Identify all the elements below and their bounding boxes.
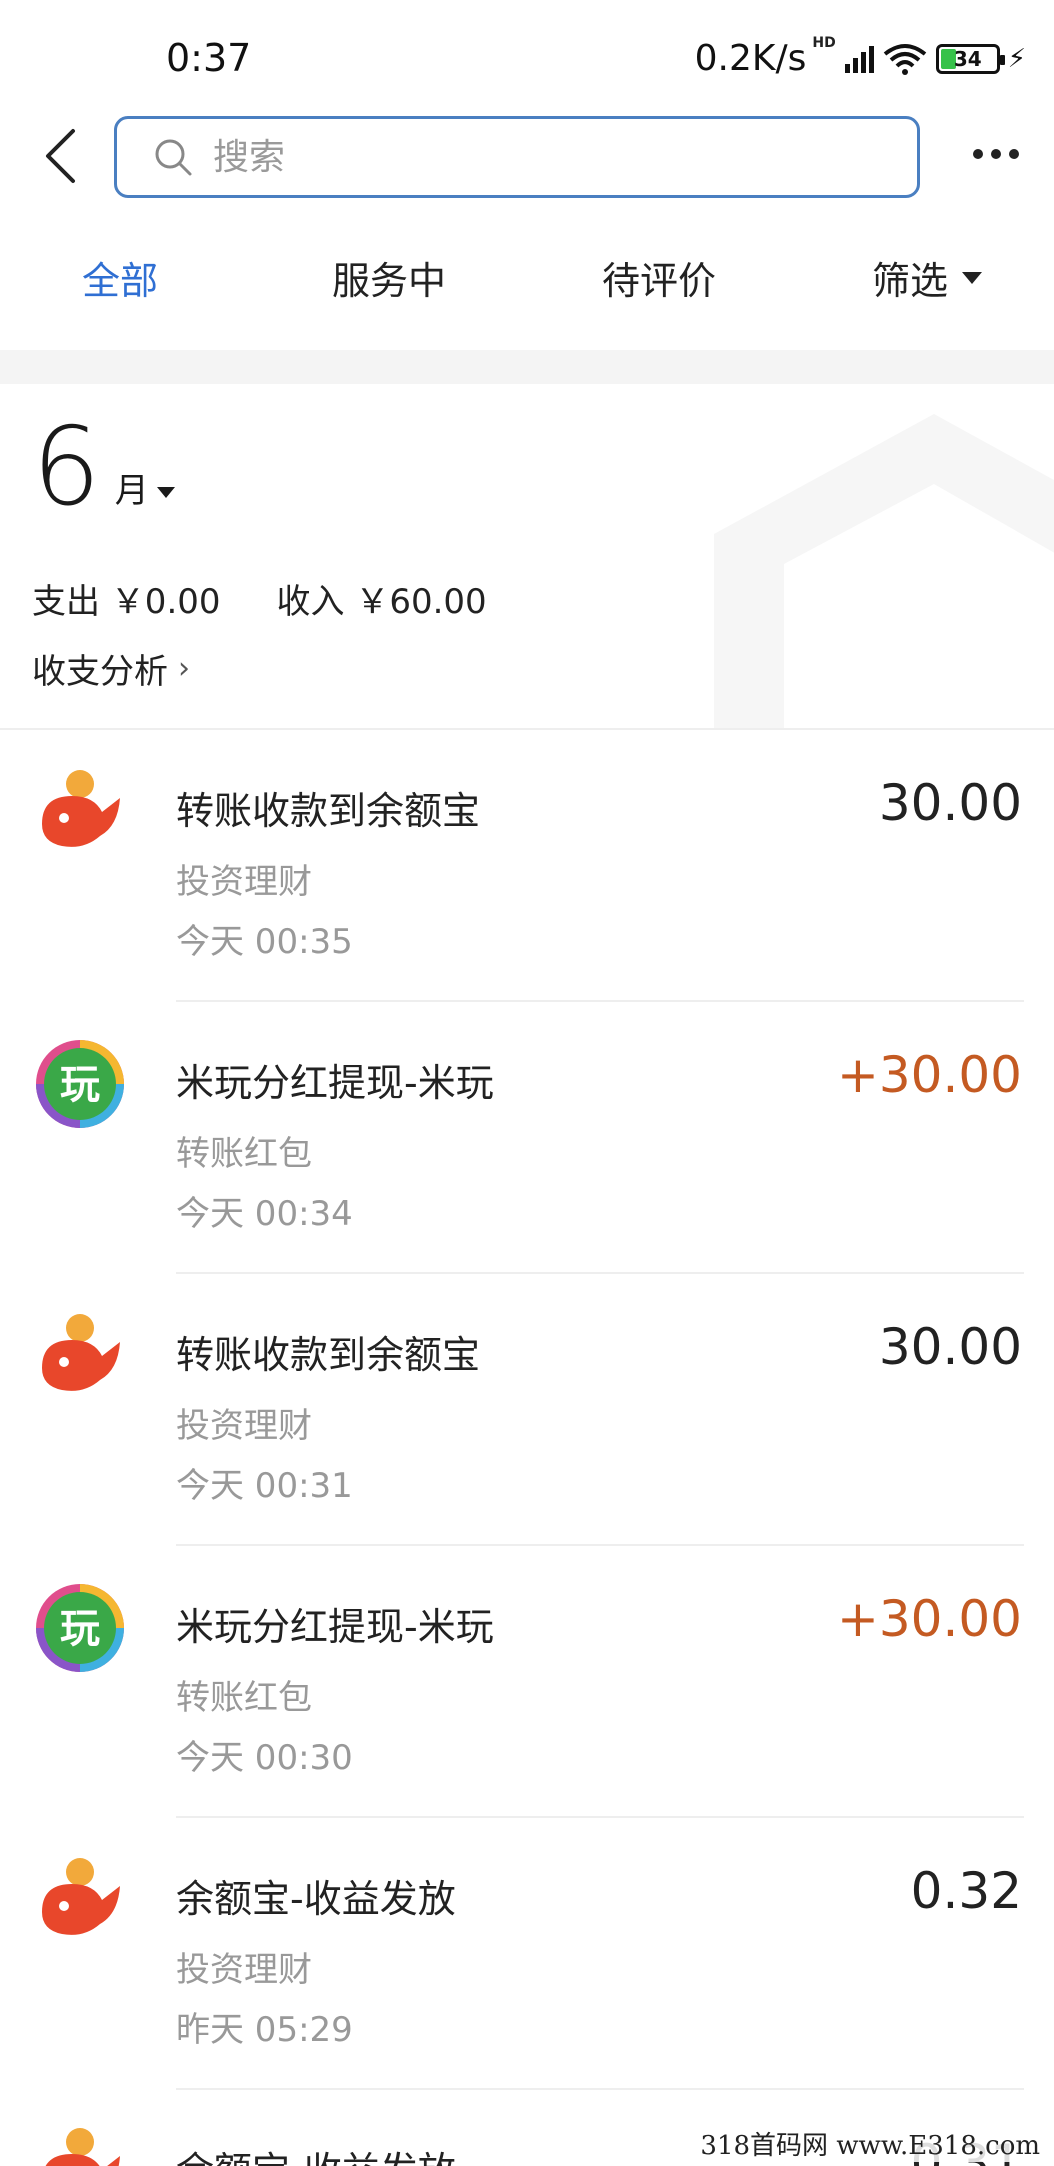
- tab-in-service[interactable]: 服务中: [332, 250, 446, 305]
- status-indicators: 0.2K/s HD 34 ⚡: [694, 34, 1026, 80]
- income-total: 收入 ￥60.00: [276, 582, 487, 622]
- transaction-time: 今天 00:30: [176, 1738, 353, 1778]
- back-button[interactable]: [30, 126, 90, 186]
- tab-filter[interactable]: 筛选: [872, 250, 983, 305]
- transaction-title: 转账收款到余额宝: [176, 789, 481, 833]
- battery-icon: 34: [935, 43, 1005, 74]
- month-summary: 6 月 支出 ￥0.00 收入 ￥60.00 收支分析 ›: [0, 384, 1054, 730]
- transaction-category: 转账红包: [176, 1134, 312, 1174]
- transaction-time: 今天 00:35: [176, 922, 353, 962]
- transaction-item[interactable]: 转账收款到余额宝 投资理财 今天 00:31 30.00: [0, 1274, 1054, 1546]
- miwan-icon: 玩: [36, 1040, 124, 1128]
- section-gap: [0, 350, 1054, 384]
- yuebao-icon: [42, 770, 120, 847]
- miwan-icon: 玩: [36, 1584, 124, 1672]
- transaction-time: 今天 00:34: [176, 1194, 353, 1234]
- transaction-category: 投资理财: [176, 1950, 312, 1990]
- month-unit: 月: [114, 471, 149, 511]
- chevron-left-icon: [46, 129, 75, 183]
- transaction-title: 米玩分红提现-米玩: [176, 1061, 494, 1105]
- transaction-time: 今天 00:31: [176, 1466, 353, 1506]
- transaction-item[interactable]: 玩 米玩分红提现-米玩 转账红包 今天 00:34 +30.00: [0, 1002, 1054, 1274]
- hd-label: HD: [812, 34, 836, 51]
- transaction-title: 米玩分红提现-米玩: [176, 1605, 494, 1649]
- search-input[interactable]: [213, 136, 813, 178]
- tab-bar: 全部 服务中 待评价 筛选: [0, 250, 1054, 324]
- wifi-icon: [883, 43, 926, 75]
- month-totals: 支出 ￥0.00 收入 ￥60.00: [32, 574, 487, 623]
- expense-total: 支出 ￥0.00: [32, 582, 221, 622]
- status-time: 0:37: [166, 36, 252, 80]
- tab-all[interactable]: 全部: [82, 250, 158, 305]
- caret-down-icon: [962, 271, 983, 284]
- transaction-title: 转账收款到余额宝: [176, 1333, 481, 1377]
- transaction-category: 投资理财: [176, 1406, 312, 1446]
- yuebao-icon: [45, 2128, 120, 2166]
- transaction-item[interactable]: 转账收款到余额宝 投资理财 今天 00:35 30.00: [0, 730, 1054, 1002]
- caret-down-icon: [156, 487, 175, 498]
- yuebao-icon: [42, 1314, 120, 1391]
- transaction-amount: +30.00: [836, 1046, 1022, 1104]
- svg-text:玩: 玩: [60, 1606, 100, 1652]
- search-box[interactable]: [114, 116, 920, 198]
- transaction-amount: 30.00: [878, 774, 1022, 832]
- month-selector[interactable]: 6 月: [32, 414, 175, 522]
- yuebao-icon: [42, 1858, 120, 1935]
- transaction-amount: +30.00: [836, 1590, 1022, 1648]
- analysis-label: 收支分析: [32, 652, 168, 692]
- status-bar: 0:37 0.2K/s HD 34 ⚡: [0, 0, 1054, 120]
- transaction-list: 转账收款到余额宝 投资理财 今天 00:35 30.00 玩 米玩分红提现-米玩…: [0, 730, 1054, 2090]
- transaction-category: 投资理财: [176, 862, 312, 902]
- filter-label: 筛选: [872, 259, 949, 303]
- transaction-item[interactable]: 余额宝-收益发放 投资理财 昨天 05:29 0.32: [0, 1818, 1054, 2090]
- signal-icon: [844, 45, 874, 73]
- transaction-title: 余额宝-收益发放: [176, 1877, 456, 1921]
- income-expense-analysis-link[interactable]: 收支分析 ›: [32, 644, 190, 693]
- more-button[interactable]: [966, 134, 1026, 174]
- network-speed: 0.2K/s: [694, 38, 807, 79]
- transaction-amount: 0.32: [910, 1862, 1022, 1920]
- svg-text:玩: 玩: [60, 1062, 100, 1108]
- watermark: 318首码网 www.E318.com: [696, 2125, 1044, 2162]
- transaction-time: 昨天 05:29: [176, 2010, 353, 2050]
- header: [0, 112, 1054, 202]
- transaction-amount: 30.00: [878, 1318, 1022, 1376]
- charging-icon: ⚡: [1007, 43, 1026, 74]
- transaction-item[interactable]: 玩 米玩分红提现-米玩 转账红包 今天 00:30 +30.00: [0, 1546, 1054, 1818]
- tab-pending-review[interactable]: 待评价: [602, 250, 716, 305]
- search-icon: [155, 139, 192, 176]
- month-number: 6: [32, 405, 101, 530]
- more-dots-icon: [973, 149, 983, 159]
- transaction-title: 余额宝-收益发放: [176, 2140, 456, 2166]
- decorative-shape-icon: [714, 414, 1054, 730]
- chevron-right-icon: ›: [178, 651, 190, 686]
- transaction-category: 转账红包: [176, 1678, 312, 1718]
- battery-percent: 34: [953, 46, 982, 71]
